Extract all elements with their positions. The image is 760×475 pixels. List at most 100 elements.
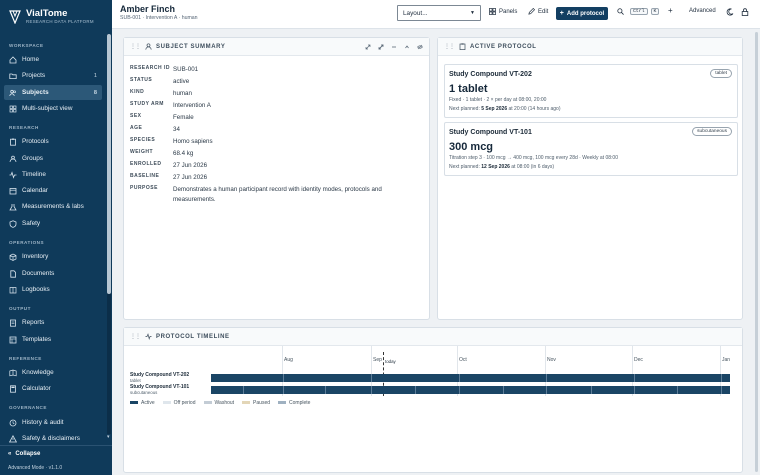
collapse-button[interactable]: « Collapse: [8, 451, 40, 457]
sidebar-item-protocols[interactable]: Protocols: [4, 134, 102, 149]
field-label: RESEARCH ID: [130, 65, 170, 71]
sidebar-scrollbar[interactable]: [107, 34, 111, 434]
panels-icon: [489, 8, 496, 15]
expand-icon[interactable]: [364, 43, 371, 50]
sidebar-item-history-audit[interactable]: History & audit: [4, 415, 102, 430]
sidebar-item-projects[interactable]: Projects 1: [4, 68, 102, 83]
clipboard-icon: [9, 138, 17, 146]
bar-segment-divider: [459, 374, 460, 382]
calendar-icon: [9, 187, 17, 195]
shortcut-k: K: [650, 8, 660, 15]
sidebar-item-label: Logbooks: [22, 286, 50, 293]
field-value: SUB-001: [173, 66, 199, 73]
sidebar-item-documents[interactable]: Documents: [4, 266, 102, 281]
timeline-icon: [9, 170, 17, 179]
count-badge: 1: [93, 72, 97, 79]
timeline-bar-active[interactable]: [211, 386, 730, 394]
protocol-dose: 300 mcg: [449, 141, 494, 153]
sidebar-item-label: Documents: [22, 270, 55, 277]
sidebar-item-label: Knowledge: [22, 369, 54, 376]
plus-icon: +: [668, 6, 673, 15]
sidebar-item-calculator[interactable]: Calculator: [4, 381, 102, 396]
sidebar-item-subjects[interactable]: Subjects 8: [4, 85, 102, 100]
panels-button[interactable]: Panels: [489, 8, 517, 15]
sidebar-item-logbooks[interactable]: Logbooks: [4, 282, 102, 297]
protocol-name: Study Compound VT-101: [449, 129, 532, 136]
book-icon: [9, 286, 17, 294]
field-label: ENROLLED: [130, 161, 162, 167]
theme-toggle-button[interactable]: [726, 8, 734, 16]
main-scrollbar[interactable]: [754, 30, 759, 475]
sidebar-item-safety[interactable]: Safety: [4, 216, 102, 231]
bar-segment-divider: [721, 374, 722, 382]
sidebar-item-label: History & audit: [22, 419, 64, 426]
panels-label: Panels: [499, 8, 518, 15]
sidebar-item-label: Reports: [22, 319, 45, 326]
field-value: Female: [173, 114, 194, 121]
minimize-icon[interactable]: [390, 43, 397, 50]
sidebar-item-label: Timeline: [22, 171, 46, 178]
field-label: SPECIES: [130, 137, 156, 143]
sidebar-item-home[interactable]: Home: [4, 52, 102, 67]
brand[interactable]: VialTome RESEARCH DATA PLATFORM: [0, 0, 112, 34]
edit-button[interactable]: Edit: [528, 8, 548, 15]
lock-icon: [741, 8, 749, 16]
sidebar-item-reports[interactable]: Reports: [4, 315, 102, 330]
timeline-bar-active[interactable]: [211, 374, 730, 382]
bar-segment-divider: [283, 374, 284, 382]
maximize-icon[interactable]: [377, 43, 384, 50]
sidebar-item-knowledge[interactable]: Knowledge: [4, 365, 102, 380]
panel-title: ACTIVE PROTOCOL: [470, 43, 537, 50]
sidebar-section-heading: REFERENCE: [9, 356, 42, 361]
lock-button[interactable]: [741, 8, 749, 16]
command-search-button[interactable]: Ctrl K: [617, 8, 660, 15]
drag-handle-icon[interactable]: ⋮⋮: [444, 43, 455, 50]
protocol-card[interactable]: Study Compound VT-202 tablet 1 tablet Fixed…: [444, 64, 738, 118]
pencil-icon: [528, 8, 535, 15]
folder-icon: [9, 72, 17, 80]
layout-select[interactable]: Layout... ▼: [397, 5, 481, 21]
sidebar-item-timeline[interactable]: Timeline: [4, 167, 102, 182]
sidebar-item-templates[interactable]: Templates: [4, 332, 102, 347]
advanced-button[interactable]: Advanced: [689, 8, 716, 14]
scroll-down-icon[interactable]: ▾: [107, 434, 110, 440]
bar-segment-divider: [283, 386, 284, 394]
sidebar-item-measurements-labs[interactable]: Measurements & labs: [4, 199, 102, 214]
legend-item: Washout: [203, 400, 234, 406]
field-label: BASELINE: [130, 173, 160, 179]
panel-header: ⋮⋮ ACTIVE PROTOCOL: [438, 38, 742, 56]
protocol-name: Study Compound VT-202: [449, 71, 532, 78]
field-label: WEIGHT: [130, 149, 153, 155]
sidebar-item-calendar[interactable]: Calendar: [4, 183, 102, 198]
drag-handle-icon[interactable]: ⋮⋮: [130, 43, 141, 50]
month-label: Oct: [459, 357, 467, 363]
sidebar-item-label: Home: [22, 56, 40, 63]
hide-icon[interactable]: [416, 43, 423, 50]
move-up-icon[interactable]: [403, 43, 410, 50]
users-icon: [9, 89, 17, 97]
drag-handle-icon[interactable]: ⋮⋮: [130, 333, 141, 340]
add-panel-button[interactable]: +: [668, 6, 673, 15]
sidebar-item-safety-disclaimers[interactable]: Safety & disclaimers: [4, 431, 102, 446]
count-badge: 8: [93, 89, 97, 96]
history-icon: [9, 419, 17, 427]
sidebar-item-inventory[interactable]: Inventory: [4, 249, 102, 264]
protocol-timeline-panel: ⋮⋮ PROTOCOL TIMELINE Aug Sep Oct Nov Dec Jan t…: [123, 327, 743, 473]
field-value: 27 Jun 2026: [173, 174, 208, 181]
box-icon: [9, 253, 17, 261]
shortcut-ctrl: Ctrl: [630, 8, 648, 15]
protocol-schedule: Fixed · 1 tablet · 2 × per day at 08:00,…: [449, 97, 547, 103]
protocol-card[interactable]: Study Compound VT-101 subcutaneous 300 mcg…: [444, 122, 738, 176]
home-icon: [9, 55, 17, 64]
month-label: Nov: [547, 357, 556, 363]
sidebar-item-groups[interactable]: Groups: [4, 151, 102, 166]
legend-item: Active: [130, 400, 155, 406]
template-icon: [9, 336, 17, 344]
bar-segment-divider: [459, 386, 460, 394]
add-protocol-button[interactable]: + Add protocol: [556, 7, 608, 20]
sidebar-item-multi-subject-view[interactable]: Multi-subject view: [4, 101, 102, 116]
field-label: STUDY ARM: [130, 101, 164, 107]
field-value: Demonstrates a human participant record …: [173, 186, 382, 203]
field-value: 34: [173, 126, 180, 133]
clipboard-icon: [459, 43, 466, 50]
